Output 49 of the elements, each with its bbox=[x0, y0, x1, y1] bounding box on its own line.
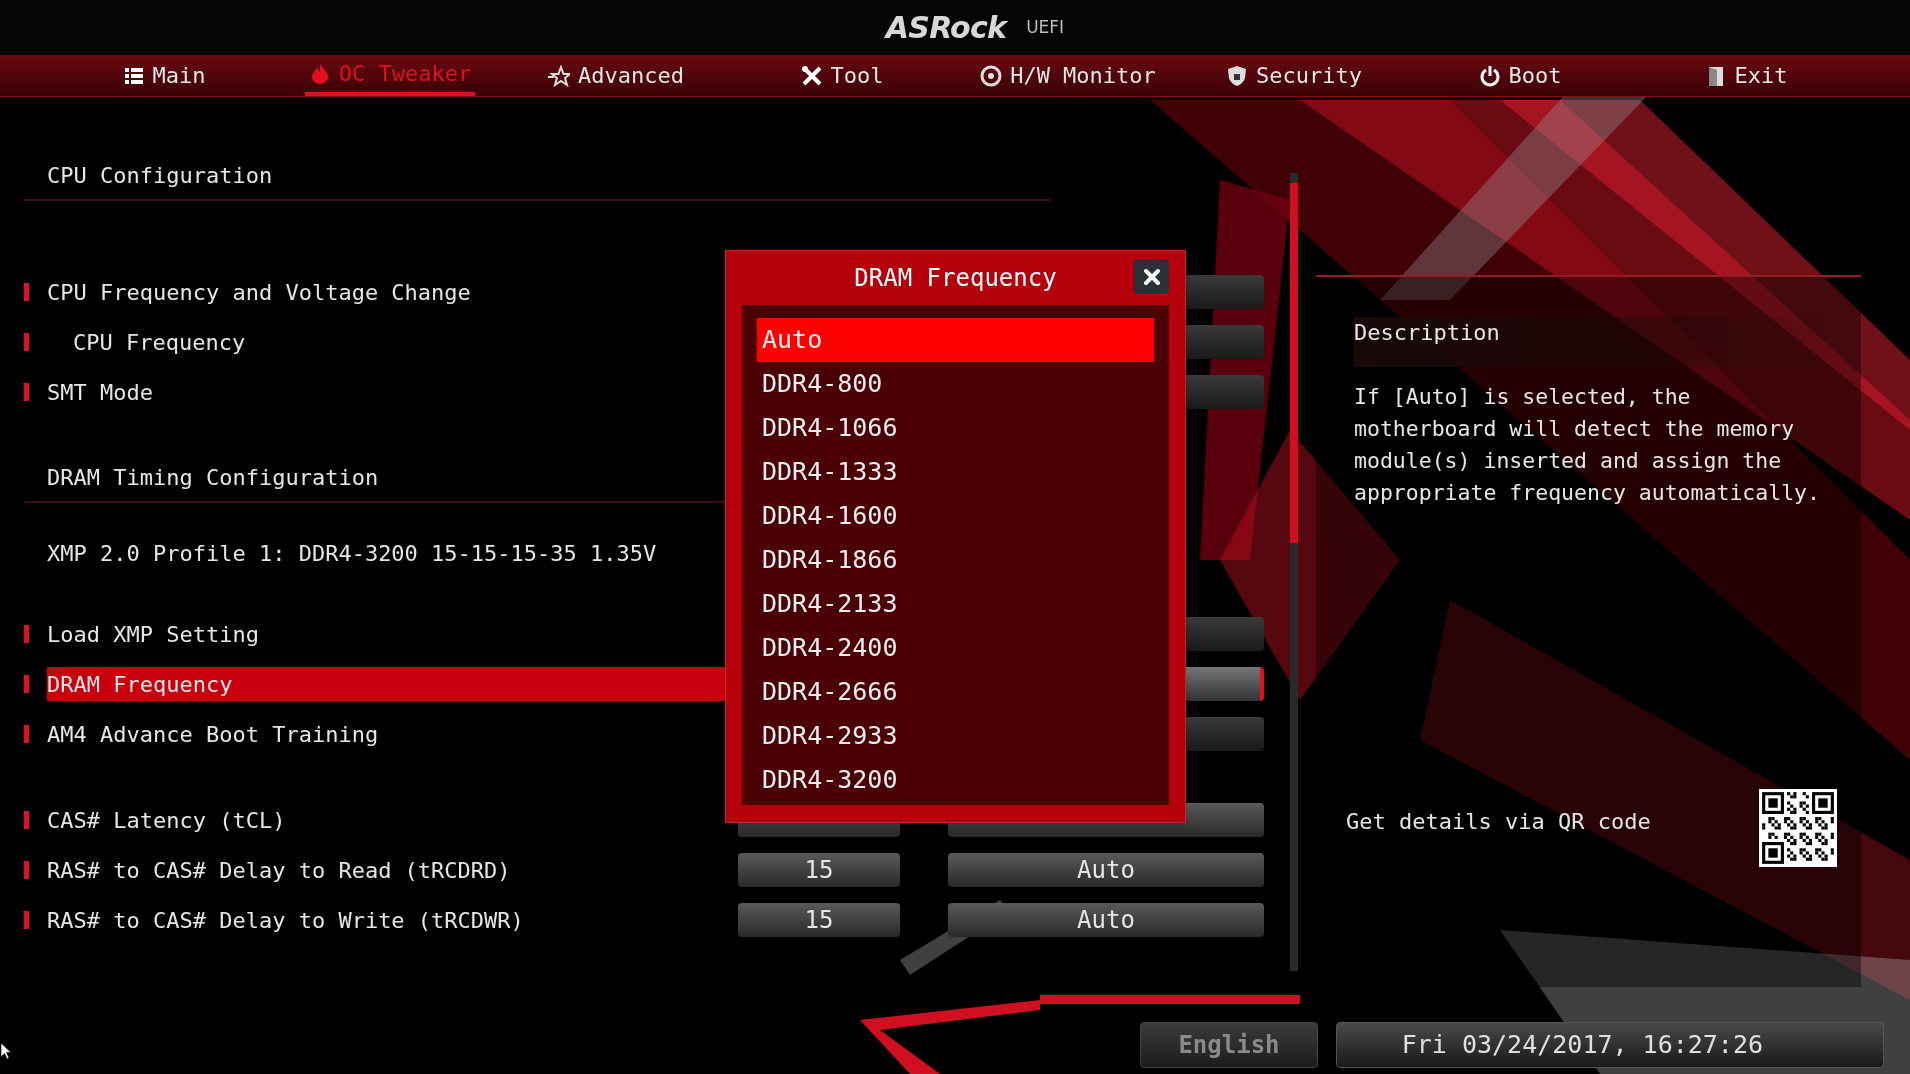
tab[interactable]: Boot bbox=[1474, 55, 1566, 96]
power-icon bbox=[1478, 64, 1501, 87]
tab[interactable]: Tool bbox=[796, 55, 888, 96]
frequency-option[interactable]: DDR4-2400 bbox=[757, 626, 1154, 670]
frequency-option[interactable]: DDR4-800 bbox=[757, 362, 1154, 406]
star-icon bbox=[548, 64, 570, 87]
item-marker bbox=[24, 383, 29, 401]
item-marker bbox=[24, 675, 29, 693]
number-field[interactable]: 15 bbox=[738, 853, 900, 887]
tab[interactable]: Exit bbox=[1700, 55, 1792, 96]
setting-item[interactable]: RAS# to CAS# Delay to Read (tRCDRD) bbox=[47, 853, 737, 887]
qr-code-label: Get details via QR code bbox=[1346, 808, 1651, 836]
frequency-option[interactable]: DDR4-2133 bbox=[757, 582, 1154, 626]
frequency-option[interactable]: Auto bbox=[757, 318, 1154, 362]
shield-icon bbox=[1226, 64, 1248, 87]
tab[interactable]: Main bbox=[118, 55, 210, 96]
item-marker bbox=[24, 911, 29, 929]
tab[interactable]: Advanced bbox=[544, 55, 688, 96]
close-icon bbox=[1142, 267, 1161, 286]
gauge-icon bbox=[980, 64, 1003, 87]
item-marker bbox=[24, 333, 29, 351]
dialog-title: DRAM Frequency bbox=[854, 263, 1057, 294]
frequency-option[interactable]: DDR4-2933 bbox=[757, 714, 1154, 758]
xmp-profile-info: XMP 2.0 Profile 1: DDR4-3200 15-15-15-35 1.35V bbox=[46, 539, 657, 568]
datetime-text: Fri 03/24/2017, 16:27:26 bbox=[1401, 1029, 1763, 1062]
frequency-option[interactable]: DDR4-1866 bbox=[757, 538, 1154, 582]
tab[interactable]: H/W Monitor bbox=[976, 55, 1160, 96]
item-marker bbox=[24, 283, 29, 301]
tab[interactable]: Security bbox=[1222, 55, 1366, 96]
uefi-label: UEFI bbox=[1026, 19, 1065, 36]
item-marker bbox=[24, 861, 29, 879]
frequency-option[interactable]: DDR4-3200 bbox=[757, 758, 1154, 802]
value-dropdown[interactable]: Auto bbox=[948, 903, 1264, 937]
asrock-logo: ASRock bbox=[885, 12, 1007, 43]
item-marker bbox=[24, 625, 29, 643]
section-heading: CPU Configuration bbox=[24, 151, 1050, 201]
value-dropdown[interactable]: Auto bbox=[948, 853, 1264, 887]
close-button[interactable] bbox=[1134, 259, 1169, 294]
item-marker bbox=[24, 811, 29, 829]
frequency-option[interactable]: DDR4-1066 bbox=[757, 406, 1154, 450]
language-button[interactable]: English bbox=[1140, 1022, 1318, 1068]
mouse-cursor-icon bbox=[1, 1043, 11, 1059]
scrollbar-thumb[interactable] bbox=[1290, 183, 1298, 543]
item-marker bbox=[24, 725, 29, 743]
description-text: If [Auto] is selected, the motherboard will detect the memory module(s) inserted and assign the appropriate frequency automatically. bbox=[1354, 383, 1821, 507]
setting-item[interactable]: RAS# to CAS# Delay to Write (tRCDWR) bbox=[47, 903, 737, 937]
tools-icon bbox=[800, 64, 823, 87]
scrollbar[interactable] bbox=[1290, 173, 1298, 971]
number-field[interactable]: 15 bbox=[738, 903, 900, 937]
